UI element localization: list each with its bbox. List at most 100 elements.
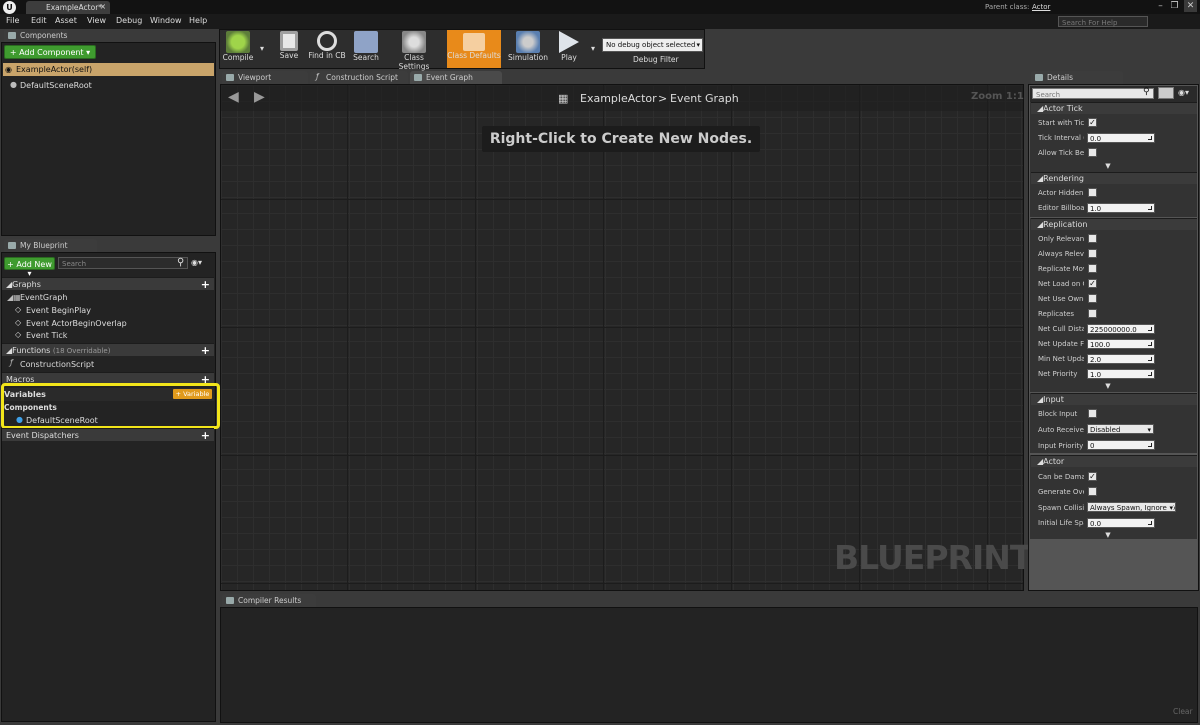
details-search-input[interactable]: Search xyxy=(1032,88,1154,99)
graphs-section[interactable]: ◢Graphs + xyxy=(2,277,214,291)
clear-button[interactable]: Clear xyxy=(1173,707,1193,716)
spawn-collision-select[interactable]: Always Spawn, Ignore Co ▾ xyxy=(1087,502,1176,512)
close-window-icon[interactable]: ✕ xyxy=(1184,0,1197,12)
expand-arrow-icon[interactable]: ▼ xyxy=(1103,383,1113,390)
compile-button[interactable]: Compile xyxy=(222,31,254,67)
block-input-checkbox[interactable] xyxy=(1088,409,1097,418)
components-tab-label: Components xyxy=(20,31,68,40)
auto-receive-select[interactable]: Disabled ▾ xyxy=(1087,424,1154,434)
functions-section[interactable]: ◢Functions (18 Overridable) + xyxy=(2,343,214,357)
expand-arrow-icon[interactable]: ▼ xyxy=(1103,163,1113,170)
find-in-cb-button[interactable]: Find in CB xyxy=(306,31,348,67)
parent-class-link[interactable]: Actor xyxy=(1032,3,1050,11)
net-use-owner-checkbox[interactable] xyxy=(1088,294,1097,303)
graph-canvas[interactable] xyxy=(220,84,1024,591)
net-cull-label: Net Cull Distar xyxy=(1038,325,1084,333)
class-settings-button[interactable]: Class Settings xyxy=(388,31,440,71)
menu-file[interactable]: File xyxy=(6,16,19,25)
menu-asset[interactable]: Asset xyxy=(55,16,77,25)
tab-event-graph[interactable]: Event Graph xyxy=(410,71,502,84)
net-load-checkbox[interactable]: ✓ xyxy=(1088,279,1097,288)
class-settings-label: Class Settings xyxy=(398,53,430,71)
replication-category[interactable]: ◢Replication xyxy=(1031,218,1197,230)
blueprint-search-input[interactable]: Search xyxy=(58,257,188,269)
actor-tick-category[interactable]: ◢Actor Tick xyxy=(1031,102,1197,114)
actor-hidden-checkbox[interactable] xyxy=(1088,188,1097,197)
add-graph-plus-icon[interactable]: + xyxy=(201,278,210,291)
play-button[interactable]: Play xyxy=(555,31,583,67)
expand-arrow-icon[interactable]: ▼ xyxy=(1103,532,1113,539)
plus-icon: + xyxy=(9,48,20,57)
class-defaults-icon xyxy=(463,33,485,51)
minimize-icon[interactable]: – xyxy=(1154,0,1167,12)
min-net-update-label: Min Net Updat xyxy=(1038,355,1084,363)
back-arrow-icon[interactable]: ◀ xyxy=(228,89,239,105)
construction-script-item[interactable]: ConstructionScript xyxy=(20,360,94,369)
event-tick-item[interactable]: Event Tick xyxy=(26,331,67,340)
my-blueprint-tab[interactable]: My Blueprint xyxy=(4,239,97,252)
min-net-update-input[interactable]: 2.0 xyxy=(1087,354,1155,364)
event-graph-item[interactable]: EventGraph xyxy=(20,293,67,302)
tick-interval-input[interactable]: 0.0 xyxy=(1087,133,1155,143)
breadcrumb-graph[interactable]: Event Graph xyxy=(670,92,739,105)
gears-icon xyxy=(402,31,426,53)
save-button[interactable]: Save xyxy=(275,31,303,67)
add-new-button[interactable]: + Add New ▾ xyxy=(4,257,55,278)
compile-options-arrow-icon[interactable]: ▾ xyxy=(260,44,264,53)
menu-help[interactable]: Help xyxy=(189,16,207,25)
play-options-arrow-icon[interactable]: ▾ xyxy=(591,44,595,53)
tab-construction-script[interactable]: ƒ Construction Script xyxy=(310,71,408,84)
input-priority-input[interactable]: 0 xyxy=(1087,440,1155,450)
generate-overlap-checkbox[interactable] xyxy=(1088,487,1097,496)
add-new-label: Add New xyxy=(16,260,52,269)
always-relevant-checkbox[interactable] xyxy=(1088,249,1097,258)
replicates-checkbox[interactable] xyxy=(1088,309,1097,318)
graphs-label: Graphs xyxy=(12,280,41,289)
editor-billboard-input[interactable]: 1.0 xyxy=(1087,203,1155,213)
net-update-input[interactable]: 100.0 xyxy=(1087,339,1155,349)
tab-viewport[interactable]: Viewport xyxy=(222,71,308,84)
compile-icon xyxy=(226,31,250,53)
help-search-input[interactable]: Search For Help xyxy=(1058,16,1148,27)
forward-arrow-icon[interactable]: ▶ xyxy=(254,89,265,105)
property-matrix-icon[interactable] xyxy=(1158,87,1174,99)
event-begin-play-item[interactable]: Event BeginPlay xyxy=(26,306,91,315)
components-tab[interactable]: Components xyxy=(4,29,68,42)
menu-view[interactable]: View xyxy=(87,16,106,25)
details-tab[interactable]: Details xyxy=(1031,71,1123,84)
menu-window[interactable]: Window xyxy=(150,16,182,25)
actor-category[interactable]: ◢Actor xyxy=(1031,455,1197,467)
eye-icon[interactable]: ◉▾ xyxy=(191,258,202,267)
restore-icon[interactable]: ❐ xyxy=(1168,0,1181,12)
breadcrumb-actor[interactable]: ExampleActor xyxy=(580,92,657,105)
event-actor-begin-overlap-item[interactable]: Event ActorBeginOverlap xyxy=(26,319,127,328)
simulation-button[interactable]: Simulation xyxy=(508,31,548,67)
event-dispatchers-section[interactable]: Event Dispatchers + xyxy=(2,428,214,442)
event-node-icon: ◇ xyxy=(15,330,22,339)
eye-icon[interactable]: ◉▾ xyxy=(1178,88,1189,97)
initial-life-input[interactable]: 0.0 xyxy=(1087,518,1155,528)
allow-tick-checkbox[interactable] xyxy=(1088,148,1097,157)
dropdown-arrow-icon: ▾ xyxy=(1147,426,1151,434)
document-tab[interactable]: ExampleActor* × xyxy=(26,1,110,14)
can-be-damaged-checkbox[interactable]: ✓ xyxy=(1088,472,1097,481)
close-tab-icon[interactable]: × xyxy=(100,2,106,11)
replicate-movement-checkbox[interactable] xyxy=(1088,264,1097,273)
menu-debug[interactable]: Debug xyxy=(116,16,142,25)
debug-object-select[interactable]: No debug object selected ▾ xyxy=(602,38,703,52)
net-priority-input[interactable]: 1.0 xyxy=(1087,369,1155,379)
input-category[interactable]: ◢Input xyxy=(1031,393,1197,405)
start-with-tick-checkbox[interactable]: ✓ xyxy=(1088,118,1097,127)
parent-class-label: Parent class: xyxy=(985,3,1030,11)
add-function-plus-icon[interactable]: + xyxy=(201,344,210,357)
add-dispatcher-plus-icon[interactable]: + xyxy=(201,429,210,442)
class-defaults-button[interactable]: Class Defaults xyxy=(447,30,501,68)
net-cull-input[interactable]: 225000000.0 xyxy=(1087,324,1155,334)
add-component-button[interactable]: + Add Component ▾ xyxy=(4,45,96,59)
search-button[interactable]: Search xyxy=(352,31,380,67)
component-default-scene-root[interactable]: DefaultSceneRoot xyxy=(20,81,92,90)
rendering-category[interactable]: ◢Rendering xyxy=(1031,172,1197,184)
compiler-results-tab[interactable]: Compiler Results xyxy=(222,594,316,607)
menu-edit[interactable]: Edit xyxy=(31,16,47,25)
only-relevant-checkbox[interactable] xyxy=(1088,234,1097,243)
